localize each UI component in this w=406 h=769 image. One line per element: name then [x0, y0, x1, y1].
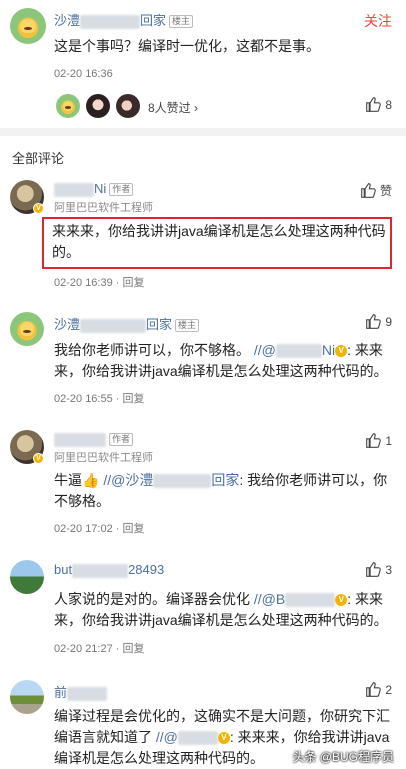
thumbs-up-icon	[366, 314, 382, 329]
comment-meta: 02-20 16:39 · 回复	[54, 277, 145, 289]
redacted-name	[67, 686, 108, 701]
comment-like-button[interactable]: 2	[365, 681, 392, 698]
verified-badge: V	[217, 732, 230, 745]
mention-link[interactable]: //@ Ni	[254, 342, 335, 359]
watermark: 头条 @BUG程序员	[292, 750, 394, 764]
comment-meta: 02-20 21:27 · 回复	[54, 643, 145, 655]
comment-text: 我给你老师讲可以，你不够格。 //@ Ni V: 来来来，你给我讲讲java编译机是…	[54, 342, 388, 379]
redacted-name	[80, 318, 147, 333]
post-author-name[interactable]: 沙澧 回家 楼主	[54, 10, 194, 29]
reply-button[interactable]: 回复	[123, 523, 145, 535]
commenter-name[interactable]: Ni 作者	[54, 181, 134, 197]
comment-like-button[interactable]: 3	[365, 561, 392, 578]
liker-avatar[interactable]	[86, 94, 110, 118]
thumbs-up-icon	[361, 183, 376, 198]
author-tag: 作者	[109, 183, 134, 197]
section-divider	[0, 128, 406, 136]
mention-link[interactable]: //@沙澧 回家	[103, 472, 239, 489]
commenter-avatar[interactable]	[10, 680, 44, 714]
author-tag: 楼主	[175, 319, 200, 333]
redacted-name	[54, 432, 106, 447]
follow-button[interactable]: 关注	[364, 11, 392, 31]
commenter-name[interactable]: 作者	[54, 431, 134, 447]
comment-text: 人家说的是对的。编译器会优化 //@B V: 来来来，你给我讲讲java编译机是怎…	[54, 591, 388, 628]
author-tag: 作者	[109, 433, 134, 447]
commenter-name[interactable]: 前	[54, 682, 108, 701]
post-time: 02-20 16:36	[54, 68, 113, 80]
liked-by-link[interactable]: 8人赞过 ›	[148, 99, 198, 116]
comment-text: 来来来，你给我讲讲java编译机是怎么处理这两种代码的。	[52, 223, 386, 260]
verified-badge: V	[33, 203, 44, 214]
redacted-name	[72, 563, 129, 578]
verified-badge: V	[335, 594, 348, 607]
mention-link[interactable]: //@	[156, 729, 218, 746]
verified-badge: V	[335, 345, 348, 358]
comment-meta: 02-20 17:02 · 回复	[54, 523, 145, 535]
commenter-avatar[interactable]	[10, 560, 44, 594]
comments-heading: 全部评论	[12, 151, 65, 166]
reply-button[interactable]: 回复	[123, 277, 145, 289]
redacted-name	[80, 14, 141, 29]
commenter-name[interactable]: 沙澧 回家 楼主	[54, 314, 200, 333]
thumbs-up-icon	[366, 562, 382, 577]
liker-avatar[interactable]	[116, 94, 140, 118]
reply-button[interactable]: 回复	[123, 643, 145, 655]
redacted-name	[54, 182, 94, 197]
comment-like-button[interactable]: 赞	[360, 182, 392, 199]
thumbs-up-icon	[366, 97, 382, 112]
thumbs-up-icon	[366, 433, 382, 448]
thumbs-up-icon	[366, 682, 382, 697]
verified-badge: V	[33, 453, 44, 464]
main-post: 沙澧 回家 楼主 关注 这是个事吗？编译时一优化，这都不是事。 02-20 16:3…	[0, 0, 406, 128]
commenter-name[interactable]: but 28493	[54, 562, 164, 578]
comment-like-button[interactable]: 1	[365, 432, 392, 449]
commenter-avatar[interactable]	[10, 312, 44, 346]
post-content: 这是个事吗？编译时一优化，这都不是事。	[54, 38, 320, 54]
post-author-avatar[interactable]	[10, 8, 46, 44]
commenter-title: 阿里巴巴软件工程师	[54, 202, 153, 214]
comment-like-button[interactable]: 9	[365, 313, 392, 330]
comment-meta: 02-20 16:55 · 回复	[54, 393, 145, 405]
post-like-button[interactable]: 8	[365, 96, 392, 113]
reply-button[interactable]: 回复	[123, 393, 145, 405]
comment-text: 牛逼👍 //@沙澧 回家: 我给你老师讲可以，你不够格。	[54, 472, 388, 509]
commenter-title: 阿里巴巴软件工程师	[54, 452, 153, 464]
mention-link[interactable]: //@B	[254, 591, 336, 608]
author-tag: 楼主	[169, 15, 194, 29]
liker-avatar[interactable]	[56, 94, 80, 118]
